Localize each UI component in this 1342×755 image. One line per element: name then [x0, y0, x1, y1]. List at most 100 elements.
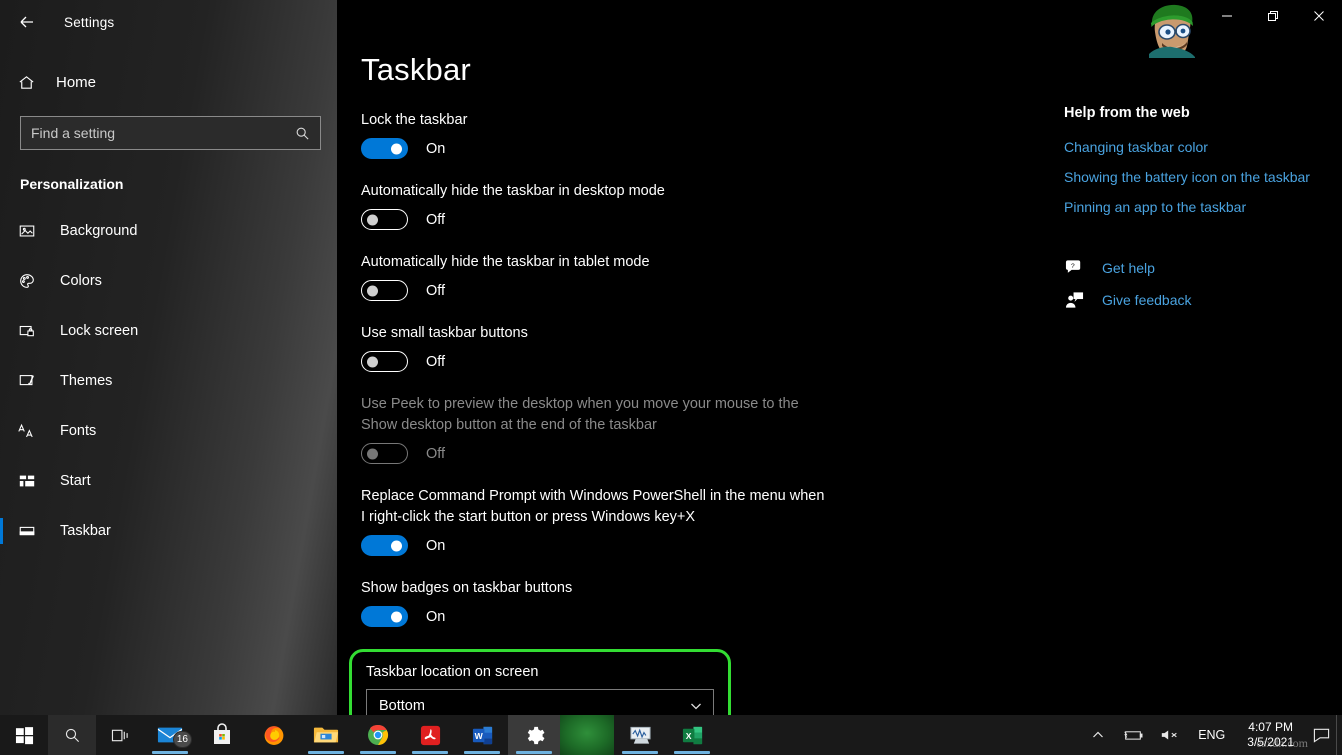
help-bubble-icon: ?	[1064, 259, 1084, 277]
toggle-state-label: Off	[426, 211, 446, 228]
minimize-button[interactable]	[1204, 0, 1250, 32]
taskbar-app-task-manager-app[interactable]	[614, 715, 666, 755]
toggle-use-small-taskbar-buttons[interactable]	[361, 351, 408, 372]
toggle-show-badges[interactable]	[361, 606, 408, 627]
clock-date: 3/5/2021	[1247, 735, 1294, 749]
action-center-icon[interactable]	[1306, 715, 1336, 755]
windows-start-icon[interactable]	[0, 715, 48, 755]
sidebar-item-fonts[interactable]: Fonts	[0, 406, 337, 456]
taskbar-location-value: Bottom	[379, 698, 425, 714]
help-actions: ? Get help Give feedback	[1064, 259, 1314, 309]
sidebar-item-start-label: Start	[60, 473, 91, 489]
battery-icon[interactable]	[1114, 715, 1152, 755]
get-help-action[interactable]: ? Get help	[1064, 259, 1314, 277]
feedback-person-icon	[1064, 291, 1084, 309]
search-icon	[295, 126, 320, 141]
running-indicator	[464, 751, 500, 754]
taskbar-app-adobe-reader-app[interactable]	[404, 715, 456, 755]
taskbar-spacer	[718, 715, 1082, 755]
help-link-pinning-app[interactable]: Pinning an app to the taskbar	[1064, 197, 1314, 217]
toggle-replace-command-prompt[interactable]	[361, 535, 408, 556]
toggle-state-label: On	[426, 140, 446, 157]
sidebar-item-lock-screen[interactable]: Lock screen	[0, 306, 337, 356]
image-icon	[16, 222, 38, 240]
get-help-label: Get help	[1102, 260, 1155, 276]
sidebar-item-fonts-label: Fonts	[60, 423, 97, 439]
themes-brush-icon	[16, 372, 38, 390]
give-feedback-label: Give feedback	[1102, 292, 1192, 308]
taskbar-app-google-chrome-app[interactable]	[352, 715, 404, 755]
setting-show-badges: Show badges on taskbar buttons On	[361, 578, 831, 627]
toggle-row: Off	[361, 351, 831, 372]
taskbar-app-mail-app[interactable]: 16	[144, 715, 196, 755]
taskbar-app-file-explorer-app[interactable]	[300, 715, 352, 755]
sidebar-item-colors-label: Colors	[60, 273, 102, 289]
toggle-autohide-tablet-mode[interactable]	[361, 280, 408, 301]
svg-text:?: ?	[1070, 263, 1074, 270]
sidebar-item-background[interactable]: Background	[0, 206, 337, 256]
avatar	[1145, 2, 1200, 58]
restore-button[interactable]	[1250, 0, 1296, 32]
sidebar-item-home[interactable]: Home	[16, 63, 337, 101]
running-indicator	[412, 751, 448, 754]
sidebar-item-themes-label: Themes	[60, 373, 113, 389]
titlebar-left: Settings	[0, 0, 337, 44]
back-arrow-icon[interactable]	[4, 6, 50, 38]
help-link-battery-icon[interactable]: Showing the battery icon on the taskbar	[1064, 167, 1314, 187]
setting-autohide-tablet-mode: Automatically hide the taskbar in tablet…	[361, 252, 831, 301]
chevron-up-icon[interactable]	[1082, 715, 1114, 755]
help-panel-title: Help from the web	[1064, 105, 1190, 121]
taskbar-location-dropdown[interactable]: Bottom	[366, 689, 714, 715]
clock[interactable]: 4:07 PM 3/5/2021	[1235, 715, 1306, 755]
taskbar-search-icon[interactable]	[48, 715, 96, 755]
toggle-state-label: On	[426, 537, 446, 554]
sidebar-item-themes[interactable]: Themes	[0, 356, 337, 406]
toggle-state-label: Off	[426, 445, 446, 462]
palette-icon	[16, 272, 38, 290]
setting-label: Automatically hide the taskbar in deskto…	[361, 183, 665, 199]
screen-capture-highlight-block	[560, 715, 614, 755]
setting-label: Automatically hide the taskbar in tablet…	[361, 254, 650, 270]
running-indicator	[152, 751, 188, 754]
sidebar-item-background-label: Background	[60, 223, 138, 239]
volume-muted-icon[interactable]	[1152, 715, 1188, 755]
sidebar-item-taskbar[interactable]: Taskbar	[0, 506, 337, 556]
show-desktop-button[interactable]	[1336, 715, 1342, 755]
task-view-icon[interactable]	[96, 715, 144, 755]
window-controls	[1204, 0, 1342, 32]
sidebar-item-home-label: Home	[56, 73, 97, 91]
toggle-row: Off	[361, 209, 831, 230]
help-link-changing-taskbar-color[interactable]: Changing taskbar color	[1064, 137, 1314, 157]
running-indicator	[308, 751, 344, 754]
taskbar-app-microsoft-word-app[interactable]: W	[456, 715, 508, 755]
setting-label: Replace Command Prompt with Windows Powe…	[361, 488, 825, 525]
lock-screen-icon	[16, 322, 38, 340]
sidebar-category-title: Personalization	[20, 176, 124, 192]
language-indicator[interactable]: ENG	[1188, 728, 1235, 742]
search-box[interactable]	[20, 116, 321, 150]
search-input[interactable]	[21, 125, 295, 141]
toggle-autohide-desktop-mode[interactable]	[361, 209, 408, 230]
give-feedback-action[interactable]: Give feedback	[1064, 291, 1314, 309]
svg-text:X: X	[685, 730, 691, 740]
setting-label: Lock the taskbar	[361, 112, 468, 128]
close-button[interactable]	[1296, 0, 1342, 32]
setting-replace-command-prompt: Replace Command Prompt with Windows Powe…	[361, 486, 831, 556]
taskbar-app-microsoft-excel-app[interactable]: X	[666, 715, 718, 755]
taskbar-app-firefox-app[interactable]	[248, 715, 300, 755]
setting-lock-the-taskbar: Lock the taskbar On	[361, 110, 831, 159]
toggle-lock-the-taskbar[interactable]	[361, 138, 408, 159]
start-tiles-icon	[16, 472, 38, 490]
sidebar-item-taskbar-label: Taskbar	[60, 523, 111, 539]
taskbar-icon	[16, 522, 38, 540]
taskbar-app-settings-app[interactable]	[508, 715, 560, 755]
sidebar-nav: Background Colors Lock screen Themes Fon…	[0, 206, 337, 556]
sidebar-item-colors[interactable]: Colors	[0, 256, 337, 306]
sidebar-item-start[interactable]: Start	[0, 456, 337, 506]
settings-window: Settings Home Personalization	[0, 0, 1342, 755]
taskbar-app-microsoft-store-app[interactable]	[196, 715, 248, 755]
help-panel: Help from the web Changing taskbar color…	[1064, 105, 1314, 323]
clock-time: 4:07 PM	[1248, 720, 1293, 734]
home-icon	[16, 73, 36, 92]
setting-autohide-desktop-mode: Automatically hide the taskbar in deskto…	[361, 181, 831, 230]
